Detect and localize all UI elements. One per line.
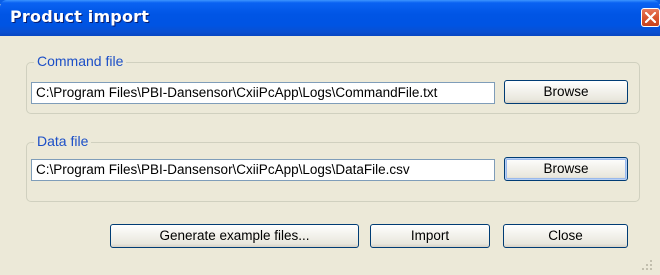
command-file-browse-button[interactable]: Browse xyxy=(504,80,628,104)
data-file-browse-button[interactable]: Browse xyxy=(504,157,628,181)
title-bar[interactable]: Product import xyxy=(0,0,660,36)
generate-example-files-button[interactable]: Generate example files... xyxy=(110,224,359,248)
close-button[interactable]: Close xyxy=(503,224,628,248)
window-title: Product import xyxy=(10,7,150,26)
data-file-label: Data file xyxy=(34,133,92,149)
close-window-button[interactable] xyxy=(641,8,660,27)
resize-grip-icon[interactable] xyxy=(640,258,654,272)
import-button[interactable]: Import xyxy=(370,224,490,248)
command-file-label: Command file xyxy=(34,53,127,69)
data-file-path-field[interactable]: C:\Program Files\PBI-Dansensor\CxiiPcApp… xyxy=(31,159,495,181)
close-icon xyxy=(645,12,656,23)
product-import-dialog: Product import Command file C:\Program F… xyxy=(0,0,660,275)
command-file-path-field[interactable]: C:\Program Files\PBI-Dansensor\CxiiPcApp… xyxy=(31,82,495,104)
